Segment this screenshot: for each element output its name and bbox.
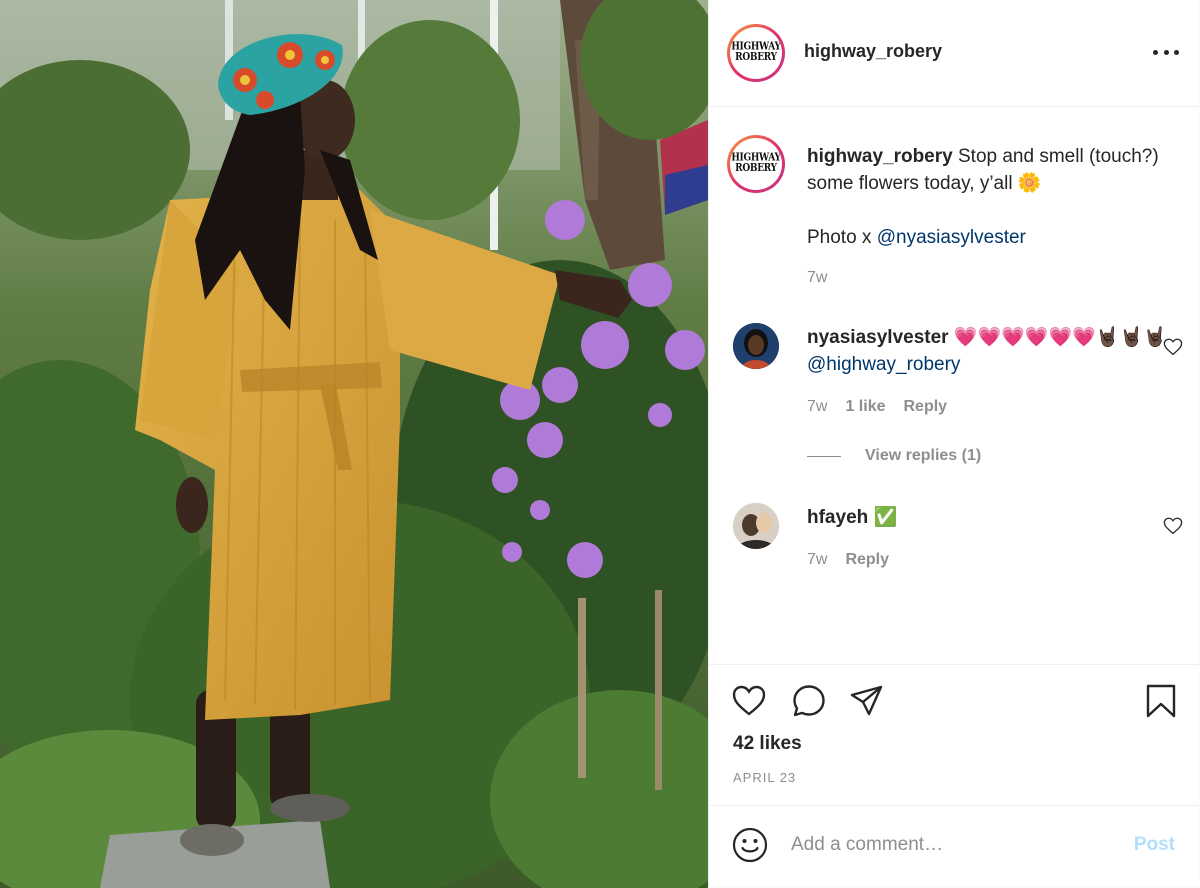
post-photo-illustration xyxy=(0,0,708,888)
comment-composer: Post xyxy=(709,806,1199,886)
caption-mention-link[interactable]: @nyasiasylvester xyxy=(877,227,1026,248)
logo-line-2: ROBERY xyxy=(735,51,777,64)
share-paper-plane-icon[interactable] xyxy=(849,683,885,719)
comment-1: nyasiasylvester 💗💗💗💗💗💗🤘🏿🤘🏿🤘🏿 @highway_ro… xyxy=(807,324,1167,378)
more-options-icon[interactable] xyxy=(1153,42,1179,62)
commenter-avatar-image xyxy=(733,323,779,369)
post-actions: 42 likes APRIL 23 xyxy=(709,665,1199,806)
caption: highway_robery Stop and smell (touch?) s… xyxy=(807,143,1167,251)
comment-1-mention-link[interactable]: @highway_robery xyxy=(807,354,960,375)
comment-1-meta: 7w 1 like Reply xyxy=(807,398,947,416)
caption-logo-line-2: ROBERY xyxy=(735,162,777,175)
commenter-avatar-nyasiasylvester[interactable] xyxy=(733,323,779,369)
commenter-avatar-hfayeh[interactable] xyxy=(733,503,779,549)
comment-1-timestamp[interactable]: 7w xyxy=(807,398,827,415)
post-date[interactable]: APRIL 23 xyxy=(733,770,796,785)
caption-photo-credit: Photo x xyxy=(807,227,877,248)
comment-1-likes[interactable]: 1 like xyxy=(845,398,885,415)
like-heart-icon[interactable] xyxy=(731,683,767,719)
comment-input[interactable] xyxy=(791,830,1111,860)
comment-1-like-heart-icon[interactable] xyxy=(1163,338,1183,356)
caption-author-logo: HIGHWAY ROBERY xyxy=(730,138,782,190)
comment-2-author[interactable]: hfayeh xyxy=(807,507,868,528)
post-sidebar: HIGHWAY ROBERY highway_robery HIGHWAY RO… xyxy=(708,0,1199,886)
comment-1-reply-button[interactable]: Reply xyxy=(903,398,947,415)
comments-section: HIGHWAY ROBERY highway_robery Stop and s… xyxy=(709,107,1199,665)
comment-bubble-icon[interactable] xyxy=(791,683,827,719)
comment-1-author[interactable]: nyasiasylvester xyxy=(807,327,949,348)
commenter-avatar-image-2 xyxy=(733,503,779,549)
emoji-smiley-icon[interactable] xyxy=(731,826,769,864)
comment-2: hfayeh ✅ xyxy=(807,504,1167,531)
post-header: HIGHWAY ROBERY highway_robery xyxy=(709,0,1199,107)
view-replies-label: View replies (1) xyxy=(865,447,982,464)
view-replies-button[interactable]: View replies (1) xyxy=(807,447,981,465)
comment-2-like-heart-icon[interactable] xyxy=(1163,517,1183,535)
comment-2-reply-button[interactable]: Reply xyxy=(845,551,889,568)
caption-author-avatar[interactable]: HIGHWAY ROBERY xyxy=(727,135,785,193)
post-photo[interactable] xyxy=(0,0,708,888)
comment-2-text: ✅ xyxy=(873,507,898,528)
like-count[interactable]: 42 likes xyxy=(733,733,802,755)
author-logo: HIGHWAY ROBERY xyxy=(730,27,782,79)
save-bookmark-icon[interactable] xyxy=(1143,683,1179,719)
caption-author[interactable]: highway_robery xyxy=(807,146,953,167)
post-comment-button[interactable]: Post xyxy=(1134,834,1175,856)
comment-2-timestamp[interactable]: 7w xyxy=(807,551,827,568)
comment-2-meta: 7w Reply xyxy=(807,551,889,569)
author-username[interactable]: highway_robery xyxy=(804,41,942,62)
view-replies-divider xyxy=(807,455,841,457)
caption-timestamp[interactable]: 7w xyxy=(807,269,827,287)
author-avatar[interactable]: HIGHWAY ROBERY xyxy=(727,24,785,82)
comment-1-text: 💗💗💗💗💗💗🤘🏿🤘🏿🤘🏿 xyxy=(953,327,1167,348)
instagram-post-modal: HIGHWAY ROBERY highway_robery HIGHWAY RO… xyxy=(0,0,1200,888)
